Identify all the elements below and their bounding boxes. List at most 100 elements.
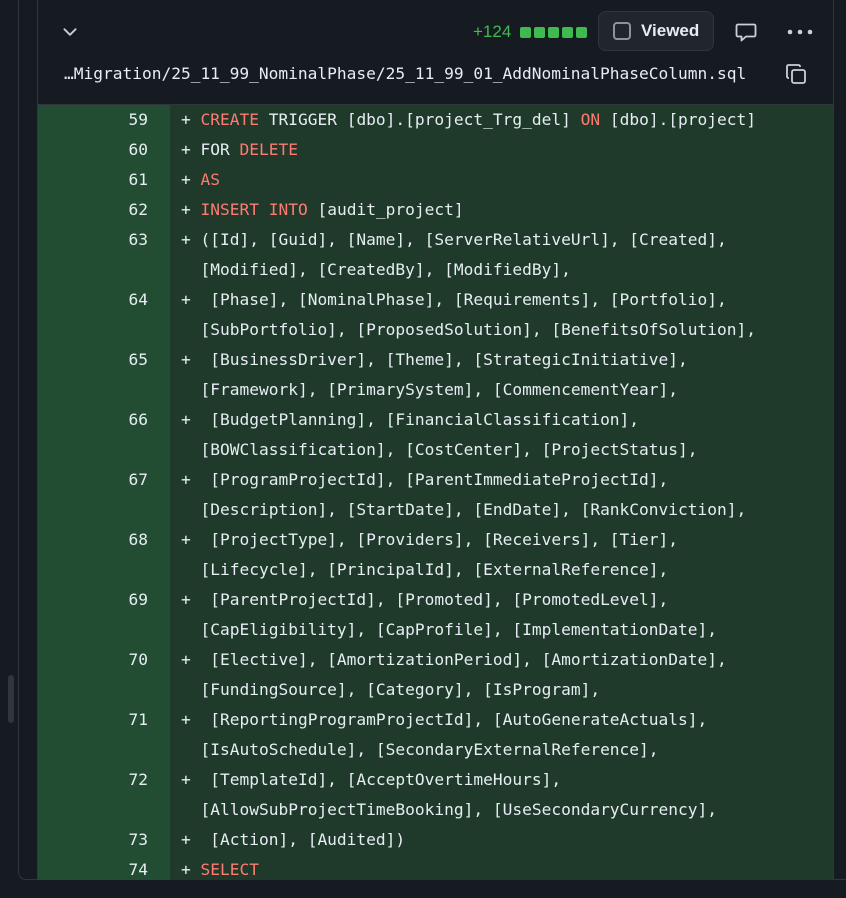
line-number[interactable]: 61	[38, 165, 170, 195]
diff-line: [AllowSubProjectTimeBooking], [UseSecond…	[38, 795, 833, 825]
code-segment: +	[181, 170, 201, 189]
code-text: + FOR DELETE	[170, 135, 833, 165]
code-segment: +	[181, 860, 201, 879]
diffstat-block	[548, 27, 559, 38]
line-number[interactable]: 74	[38, 855, 170, 880]
code-text: + [BusinessDriver], [Theme], [StrategicI…	[170, 345, 833, 375]
code-segment: + [BusinessDriver], [Theme], [StrategicI…	[181, 350, 688, 369]
code-text: [BOWClassification], [CostCenter], [Proj…	[170, 435, 833, 465]
code-segment: + FOR	[181, 140, 240, 159]
code-text: + AS	[170, 165, 833, 195]
line-number[interactable]: 65	[38, 345, 170, 375]
code-segment: [CapEligibility], [CapProfile], [Impleme…	[181, 620, 718, 639]
code-text: + INSERT INTO [audit_project]	[170, 195, 833, 225]
diff-line: [SubPortfolio], [ProposedSolution], [Ben…	[38, 315, 833, 345]
viewed-label: Viewed	[641, 21, 700, 40]
diff-line: 68 + [ProjectType], [Providers], [Receive…	[38, 525, 833, 555]
line-number[interactable]: 72	[38, 765, 170, 795]
line-number[interactable]: 70	[38, 645, 170, 675]
viewed-checkbox[interactable]	[613, 22, 631, 40]
code-segment: + [BudgetPlanning], [FinancialClassifica…	[181, 410, 640, 429]
code-text: [SubPortfolio], [ProposedSolution], [Ben…	[170, 315, 833, 345]
sql-keyword: AS	[200, 170, 221, 189]
more-options-button[interactable]	[784, 18, 816, 46]
diffstat-block	[576, 27, 587, 38]
code-text: + [ParentProjectId], [Promoted], [Promot…	[170, 585, 833, 615]
diff-line: [CapEligibility], [CapProfile], [Impleme…	[38, 615, 833, 645]
viewed-toggle-button[interactable]: Viewed	[598, 11, 714, 51]
page-scrollbar[interactable]	[8, 675, 14, 723]
sql-keyword: INTO	[268, 200, 308, 219]
diff-lines: 59 + CREATE TRIGGER [dbo].[project_Trg_de…	[38, 105, 833, 880]
file-path[interactable]: …Migration/25_11_99_NominalPhase/25_11_9…	[64, 64, 746, 83]
line-number[interactable]: 66	[38, 405, 170, 435]
diffstat-blocks	[520, 27, 587, 38]
code-segment: +	[181, 200, 201, 219]
code-text: + SELECT	[170, 855, 833, 880]
copy-icon	[786, 64, 806, 84]
diff-line: 71 + [ReportingProgramProjectId], [AutoGe…	[38, 705, 833, 735]
line-number	[38, 255, 170, 285]
comment-icon	[735, 23, 757, 42]
line-number	[38, 735, 170, 765]
diff-line: 62 + INSERT INTO [audit_project]	[38, 195, 833, 225]
chevron-down-icon	[63, 28, 77, 36]
code-segment: + [ProjectType], [Providers], [Receivers…	[181, 530, 679, 549]
code-segment: [IsAutoSchedule], [SecondaryExternalRefe…	[181, 740, 659, 759]
line-number[interactable]: 64	[38, 285, 170, 315]
diff-line: 70 + [Elective], [AmortizationPeriod], [A…	[38, 645, 833, 675]
code-segment: [audit_project]	[307, 200, 464, 219]
code-text: + [Phase], [NominalPhase], [Requirements…	[170, 285, 833, 315]
diff-line: [IsAutoSchedule], [SecondaryExternalRefe…	[38, 735, 833, 765]
diff-line: 66 + [BudgetPlanning], [FinancialClassifi…	[38, 405, 833, 435]
code-text: + ([Id], [Guid], [Name], [ServerRelative…	[170, 225, 833, 255]
code-text: [Modified], [CreatedBy], [ModifiedBy],	[170, 255, 833, 285]
line-number[interactable]: 63	[38, 225, 170, 255]
diffstat-block	[534, 27, 545, 38]
diff-line: 73 + [Action], [Audited])	[38, 825, 833, 855]
line-number[interactable]: 73	[38, 825, 170, 855]
copy-path-button[interactable]	[782, 60, 810, 88]
line-number[interactable]: 68	[38, 525, 170, 555]
line-number[interactable]: 60	[38, 135, 170, 165]
diff-line: [FundingSource], [Category], [IsProgram]…	[38, 675, 833, 705]
sql-keyword: DELETE	[239, 140, 298, 159]
diff-line: 69 + [ParentProjectId], [Promoted], [Prom…	[38, 585, 833, 615]
diff-line: 67 + [ProgramProjectId], [ParentImmediate…	[38, 465, 833, 495]
diff-line: 63 + ([Id], [Guid], [Name], [ServerRelati…	[38, 225, 833, 255]
file-diff: +124 Viewed …Migration/25_11_99_NominalP	[37, 0, 834, 880]
line-number	[38, 375, 170, 405]
line-number[interactable]: 59	[38, 105, 170, 135]
code-segment: [BOWClassification], [CostCenter], [Proj…	[181, 440, 698, 459]
code-segment: + [ParentProjectId], [Promoted], [Promot…	[181, 590, 669, 609]
code-segment: + [Elective], [AmortizationPeriod], [Amo…	[181, 650, 727, 669]
diff-line: 61 + AS	[38, 165, 833, 195]
line-number[interactable]: 62	[38, 195, 170, 225]
collapse-file-button[interactable]	[58, 20, 82, 44]
diff-line: 72 + [TemplateId], [AcceptOvertimeHours],	[38, 765, 833, 795]
code-segment: [FundingSource], [Category], [IsProgram]…	[181, 680, 601, 699]
code-segment: + ([Id], [Guid], [Name], [ServerRelative…	[181, 230, 727, 249]
diff-line: [Framework], [PrimarySystem], [Commencem…	[38, 375, 833, 405]
code-segment: [AllowSubProjectTimeBooking], [UseSecond…	[181, 800, 718, 819]
line-number	[38, 555, 170, 585]
line-number	[38, 315, 170, 345]
kebab-horizontal-icon	[787, 29, 813, 35]
code-segment: [dbo].[project]	[600, 110, 757, 129]
line-number[interactable]: 71	[38, 705, 170, 735]
comment-on-file-button[interactable]	[732, 18, 760, 46]
code-segment: + [Phase], [NominalPhase], [Requirements…	[181, 290, 727, 309]
line-number[interactable]: 67	[38, 465, 170, 495]
diffstat-block	[562, 27, 573, 38]
diff-line: 65 + [BusinessDriver], [Theme], [Strategi…	[38, 345, 833, 375]
line-number[interactable]: 69	[38, 585, 170, 615]
code-segment: [Lifecycle], [PrincipalId], [ExternalRef…	[181, 560, 669, 579]
code-text: [Framework], [PrimarySystem], [Commencem…	[170, 375, 833, 405]
line-number	[38, 495, 170, 525]
sql-keyword: ON	[580, 110, 601, 129]
code-text: + [ReportingProgramProjectId], [AutoGene…	[170, 705, 833, 735]
code-text: + CREATE TRIGGER [dbo].[project_Trg_del]…	[170, 105, 833, 135]
code-text: + [ProgramProjectId], [ParentImmediatePr…	[170, 465, 833, 495]
code-segment: TRIGGER [dbo].[project_Trg_del]	[258, 110, 581, 129]
